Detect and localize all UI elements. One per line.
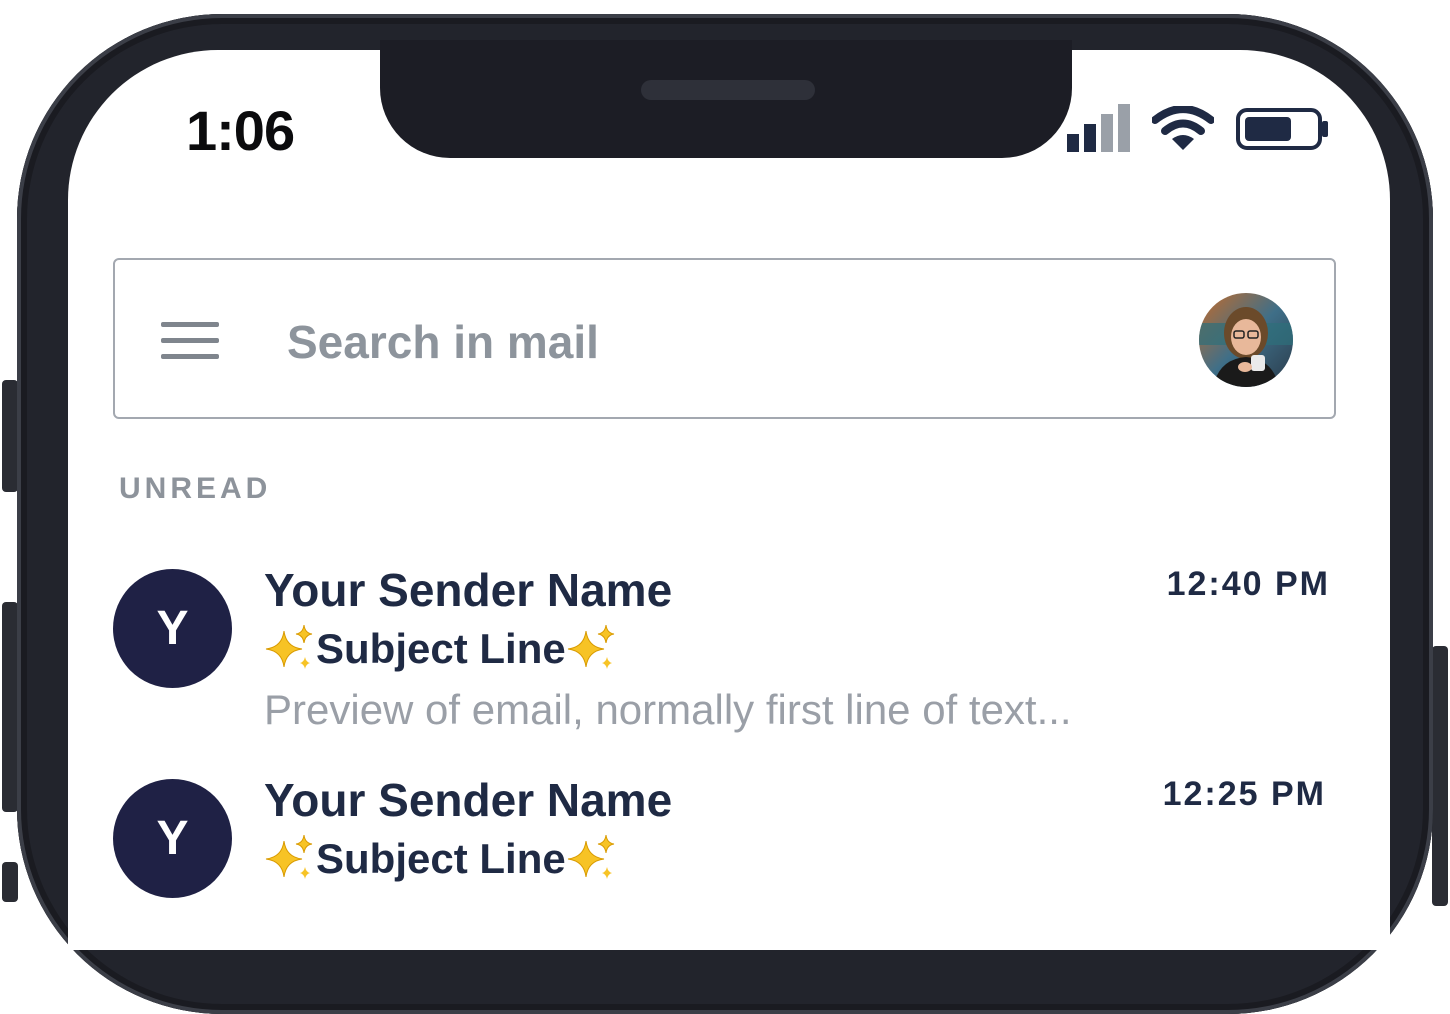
sparkles-icon (566, 623, 618, 675)
search-input[interactable]: Search in mail (287, 315, 599, 369)
email-subject: Subject Line (264, 833, 618, 885)
search-bar[interactable]: Search in mail (113, 258, 1336, 419)
profile-avatar[interactable] (1199, 293, 1293, 387)
sender-avatar: Y (113, 779, 232, 898)
sender-name: Your Sender Name (264, 564, 673, 616)
email-list-item[interactable]: Y Your Sender Name 12:25 PM Subject Line (0, 774, 1450, 979)
email-subject: Subject Line (264, 623, 618, 675)
subject-text: Subject Line (316, 625, 566, 672)
sparkles-icon (264, 833, 316, 885)
subject-text: Subject Line (316, 835, 566, 882)
status-bar-time: 1:06 (186, 99, 295, 162)
cellular-signal-icon (1067, 104, 1131, 152)
email-list-item[interactable]: Y Your Sender Name 12:40 PM Subject Line… (0, 564, 1450, 769)
sparkles-icon (264, 623, 316, 675)
sender-avatar: Y (113, 569, 232, 688)
sender-name: Your Sender Name (264, 774, 673, 826)
phone-side-button-left-top (2, 380, 18, 492)
speaker-grille (641, 80, 815, 100)
wifi-icon (1151, 105, 1215, 157)
sparkles-icon (566, 833, 618, 885)
battery-icon (1236, 108, 1330, 155)
section-label-unread: UNREAD (119, 472, 272, 505)
hamburger-menu-icon[interactable] (161, 322, 219, 370)
email-time: 12:25 PM (1162, 775, 1326, 813)
email-preview: Preview of email, normally first line of… (264, 686, 1072, 733)
email-time: 12:40 PM (1166, 565, 1330, 603)
